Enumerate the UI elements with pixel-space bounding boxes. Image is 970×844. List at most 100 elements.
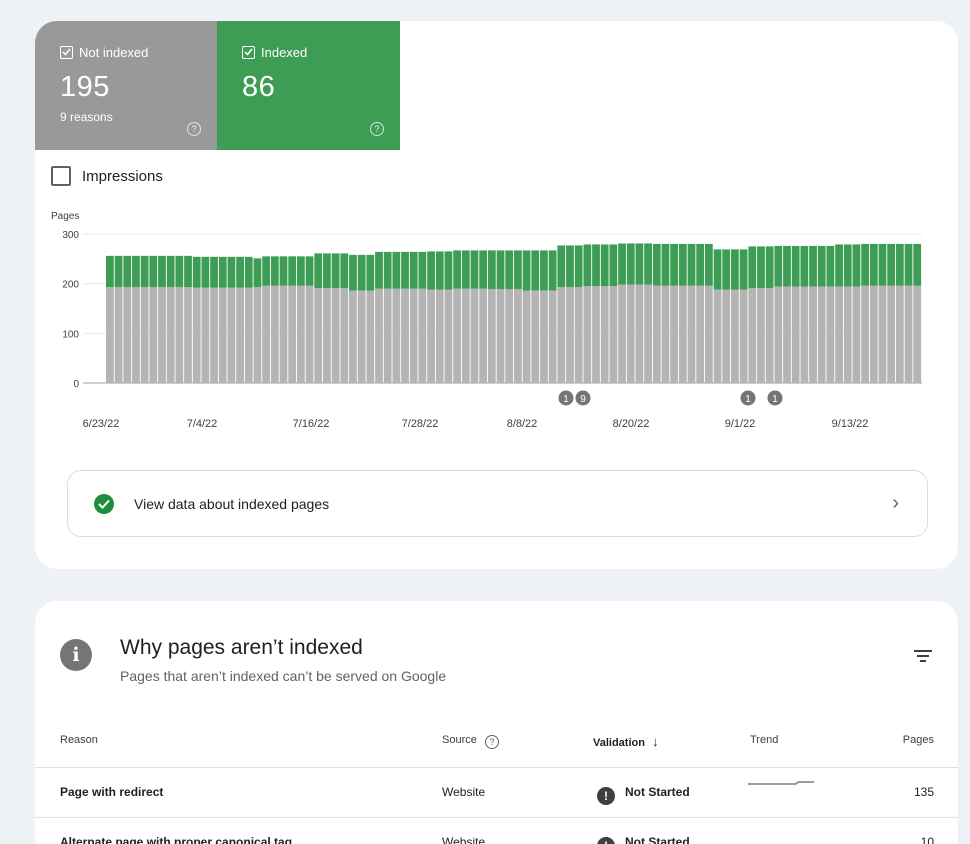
bar-indexed[interactable] — [296, 256, 305, 286]
bar-not-indexed[interactable] — [427, 289, 435, 383]
bar-not-indexed[interactable] — [487, 289, 496, 383]
bar-not-indexed[interactable] — [704, 285, 713, 383]
bar-not-indexed[interactable] — [609, 286, 618, 383]
bar-indexed[interactable] — [661, 243, 670, 286]
bar-indexed[interactable] — [487, 250, 496, 290]
bar-indexed[interactable] — [670, 243, 679, 286]
bar-indexed[interactable] — [375, 251, 383, 289]
help-icon[interactable]: ? — [187, 122, 201, 136]
bar-not-indexed[interactable] — [826, 286, 835, 383]
bar-indexed[interactable] — [132, 255, 140, 288]
bar-indexed[interactable] — [878, 243, 887, 286]
bar-not-indexed[interactable] — [192, 287, 201, 383]
bar-indexed[interactable] — [600, 244, 609, 287]
bar-not-indexed[interactable] — [288, 285, 297, 383]
bar-indexed[interactable] — [140, 255, 149, 288]
bar-not-indexed[interactable] — [783, 286, 791, 383]
not-indexed-tile[interactable]: Not indexed 195 9 reasons ? — [35, 21, 217, 150]
bar-not-indexed[interactable] — [201, 287, 210, 383]
bar-not-indexed[interactable] — [696, 285, 705, 383]
bar-indexed[interactable] — [184, 255, 192, 288]
bar-not-indexed[interactable] — [566, 287, 574, 383]
bar-indexed[interactable] — [262, 256, 271, 286]
bar-not-indexed[interactable] — [887, 285, 896, 383]
bar-indexed[interactable] — [887, 243, 896, 286]
bar-indexed[interactable] — [713, 249, 722, 290]
bar-not-indexed[interactable] — [453, 288, 462, 383]
bar-not-indexed[interactable] — [357, 290, 366, 383]
impressions-checkbox[interactable] — [51, 166, 71, 186]
bar-not-indexed[interactable] — [158, 287, 166, 383]
bar-not-indexed[interactable] — [618, 284, 626, 383]
bar-indexed[interactable] — [114, 255, 123, 288]
bar-indexed[interactable] — [800, 245, 809, 287]
bar-not-indexed[interactable] — [852, 286, 861, 383]
column-header-trend[interactable]: Trend — [750, 734, 778, 746]
bar-not-indexed[interactable] — [800, 286, 809, 383]
bar-indexed[interactable] — [722, 249, 731, 290]
bar-not-indexed[interactable] — [262, 285, 271, 383]
bar-indexed[interactable] — [531, 250, 540, 291]
bar-not-indexed[interactable] — [505, 289, 514, 383]
bar-not-indexed[interactable] — [878, 285, 887, 383]
help-icon[interactable]: ? — [370, 122, 384, 136]
bar-indexed[interactable] — [418, 251, 427, 289]
bar-not-indexed[interactable] — [600, 286, 609, 383]
bar-not-indexed[interactable] — [713, 289, 722, 383]
bar-not-indexed[interactable] — [626, 284, 635, 383]
bar-not-indexed[interactable] — [401, 288, 409, 383]
indexed-tile[interactable]: Indexed 86 ? — [217, 21, 400, 150]
bar-indexed[interactable] — [409, 251, 418, 289]
bar-not-indexed[interactable] — [731, 289, 739, 383]
bar-not-indexed[interactable] — [739, 289, 748, 383]
bar-indexed[interactable] — [826, 245, 835, 287]
bar-indexed[interactable] — [218, 256, 227, 288]
bar-not-indexed[interactable] — [843, 286, 852, 383]
bar-indexed[interactable] — [210, 256, 218, 288]
bar-not-indexed[interactable] — [114, 287, 123, 383]
bar-indexed[interactable] — [618, 243, 626, 285]
bar-not-indexed[interactable] — [296, 285, 305, 383]
bar-not-indexed[interactable] — [635, 284, 644, 383]
bar-indexed[interactable] — [522, 250, 531, 291]
bar-indexed[interactable] — [453, 250, 462, 289]
bar-indexed[interactable] — [357, 254, 366, 291]
bar-not-indexed[interactable] — [557, 287, 566, 383]
table-row[interactable]: Alternate page with proper canonical tag… — [35, 817, 958, 844]
bar-indexed[interactable] — [757, 246, 765, 289]
bar-not-indexed[interactable] — [687, 285, 696, 383]
bar-indexed[interactable] — [192, 256, 201, 288]
bar-indexed[interactable] — [835, 244, 843, 287]
indexed-checkbox[interactable] — [242, 46, 255, 59]
bar-not-indexed[interactable] — [895, 285, 904, 383]
bar-indexed[interactable] — [340, 253, 349, 289]
bar-not-indexed[interactable] — [765, 288, 774, 383]
bar-not-indexed[interactable] — [496, 289, 505, 383]
bar-indexed[interactable] — [427, 251, 435, 290]
bar-indexed[interactable] — [288, 256, 297, 286]
bar-not-indexed[interactable] — [175, 287, 184, 383]
filter-icon[interactable] — [914, 649, 932, 663]
bar-not-indexed[interactable] — [531, 290, 540, 383]
bar-indexed[interactable] — [566, 245, 574, 288]
bar-not-indexed[interactable] — [184, 287, 192, 383]
bar-not-indexed[interactable] — [722, 289, 731, 383]
bar-indexed[interactable] — [349, 254, 357, 291]
bar-indexed[interactable] — [383, 251, 392, 289]
bar-indexed[interactable] — [817, 245, 826, 287]
bar-not-indexed[interactable] — [236, 287, 244, 383]
bar-not-indexed[interactable] — [409, 288, 418, 383]
bar-not-indexed[interactable] — [123, 287, 132, 383]
column-header-validation[interactable]: Validation ↓ — [593, 734, 659, 749]
bar-indexed[interactable] — [652, 243, 661, 286]
bar-indexed[interactable] — [479, 250, 488, 289]
view-indexed-pages-link[interactable]: View data about indexed pages › — [67, 470, 928, 537]
bar-indexed[interactable] — [366, 254, 375, 291]
bar-indexed[interactable] — [809, 245, 817, 287]
bar-indexed[interactable] — [401, 251, 409, 289]
bar-not-indexed[interactable] — [140, 287, 149, 383]
bar-indexed[interactable] — [323, 253, 331, 289]
bar-not-indexed[interactable] — [835, 286, 843, 383]
bar-not-indexed[interactable] — [392, 288, 401, 383]
bar-not-indexed[interactable] — [678, 285, 687, 383]
